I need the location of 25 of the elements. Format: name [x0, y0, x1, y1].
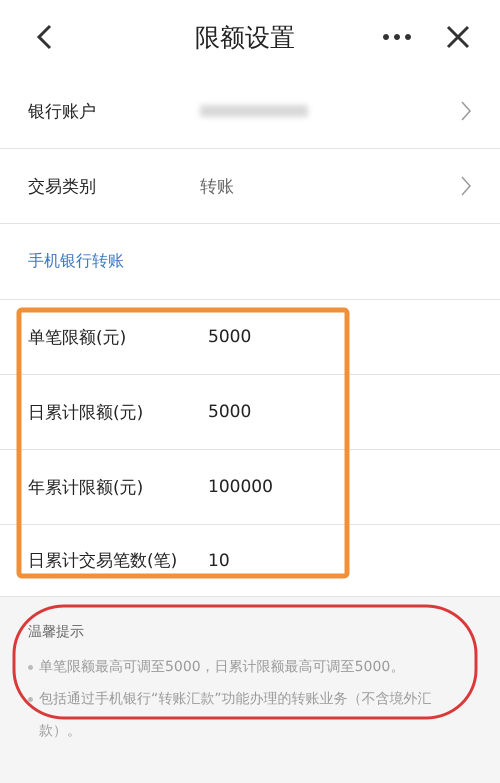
page-title: 限额设置	[194, 22, 296, 54]
row-label: 交易类别	[28, 176, 97, 198]
close-button[interactable]	[446, 25, 470, 49]
limit-value: 5000	[208, 327, 252, 347]
settings-row[interactable]: 银行账户	[0, 74, 500, 149]
chevron-right-icon	[460, 175, 472, 197]
limit-label: 日累计限额(元)	[28, 402, 144, 424]
tips-title: 温馨提示	[28, 623, 85, 641]
limit-value: 10	[208, 550, 230, 570]
tip-text: 单笔限额最高可调至5000，日累计限额最高可调至5000。	[39, 658, 404, 677]
row-value: 转账	[200, 176, 235, 198]
settings-row[interactable]: 交易类别 转账	[0, 149, 500, 224]
row-label: 银行账户	[28, 100, 97, 122]
back-button[interactable]	[36, 24, 52, 50]
limit-label: 单笔限额(元)	[28, 326, 128, 348]
tip-text: 包括通过手机银行“转账汇款”功能办理的转账业务（不含境外汇款）。	[39, 690, 432, 741]
limit-value: 100000	[208, 477, 273, 497]
section-title: 手机银行转账	[28, 251, 124, 272]
limit-label: 年累计限额(元)	[28, 476, 144, 498]
chevron-right-icon	[460, 100, 472, 122]
more-button[interactable]	[382, 33, 412, 41]
limit-label: 日累计交易笔数(笔)	[28, 550, 178, 572]
bullet-icon	[28, 697, 33, 702]
limit-value: 5000	[208, 402, 252, 422]
bullet-icon	[28, 665, 33, 670]
